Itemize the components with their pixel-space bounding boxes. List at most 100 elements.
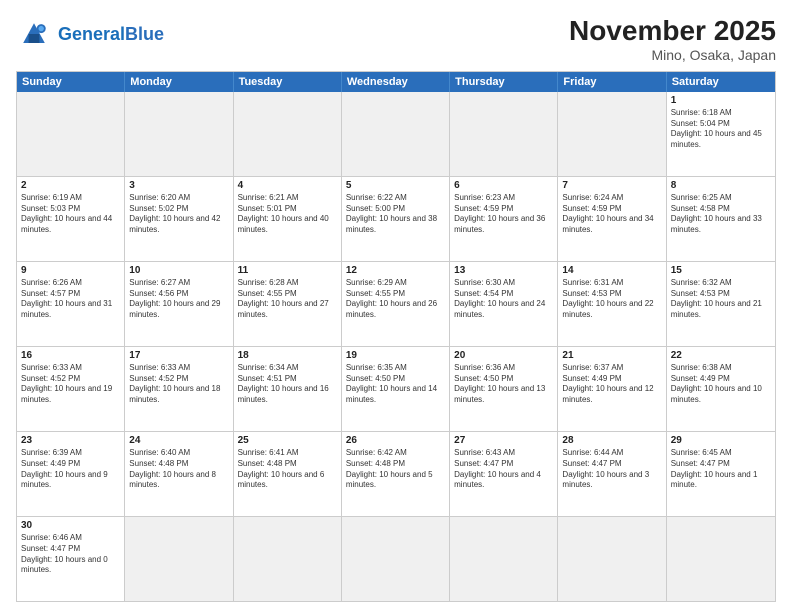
cell-sun-info: Sunrise: 6:24 AM Sunset: 4:59 PM Dayligh…	[562, 193, 661, 236]
cell-sun-info: Sunrise: 6:38 AM Sunset: 4:49 PM Dayligh…	[671, 363, 771, 406]
cal-cell-2-3: 12Sunrise: 6:29 AM Sunset: 4:55 PM Dayli…	[342, 262, 450, 346]
day-number: 16	[21, 350, 120, 361]
day-number: 2	[21, 180, 120, 191]
cal-cell-0-0	[17, 92, 125, 176]
cell-sun-info: Sunrise: 6:31 AM Sunset: 4:53 PM Dayligh…	[562, 278, 661, 321]
cell-sun-info: Sunrise: 6:28 AM Sunset: 4:55 PM Dayligh…	[238, 278, 337, 321]
cal-cell-2-1: 10 Sunrise: 6:27 AM Sunset: 4:56 PM Dayli…	[125, 262, 233, 346]
calendar-body: 1 Sunrise: 6:18 AM Sunset: 5:04 PM Daylig…	[17, 92, 775, 601]
cell-sun-info: Sunrise: 6:39 AM Sunset: 4:49 PM Dayligh…	[21, 448, 120, 491]
cell-sun-info: Sunrise: 6:41 AM Sunset: 4:48 PM Dayligh…	[238, 448, 337, 491]
cal-cell-4-3: 26Sunrise: 6:42 AM Sunset: 4:48 PM Dayli…	[342, 432, 450, 516]
day-number: 20	[454, 350, 553, 361]
day-number: 21	[562, 350, 661, 361]
header-tuesday: Tuesday	[234, 72, 342, 92]
header-wednesday: Wednesday	[342, 72, 450, 92]
cal-cell-5-6	[667, 517, 775, 601]
day-number: 13	[454, 265, 553, 276]
header-friday: Friday	[558, 72, 666, 92]
day-number: 18	[238, 350, 337, 361]
cal-cell-5-0: 30Sunrise: 6:46 AM Sunset: 4:47 PM Dayli…	[17, 517, 125, 601]
cell-sun-info: Sunrise: 6:35 AM Sunset: 4:50 PM Dayligh…	[346, 363, 445, 406]
cal-cell-3-4: 20 Sunrise: 6:36 AM Sunset: 4:50 PM Dayli…	[450, 347, 558, 431]
day-number: 23	[21, 435, 120, 446]
logo-area: GeneralBlue	[16, 16, 164, 52]
cell-sun-info: Sunrise: 6:26 AM Sunset: 4:57 PM Dayligh…	[21, 278, 120, 321]
day-number: 10	[129, 265, 228, 276]
day-number: 15	[671, 265, 771, 276]
cell-sun-info: Sunrise: 6:36 AM Sunset: 4:50 PM Dayligh…	[454, 363, 553, 406]
cell-sun-info: Sunrise: 6:43 AM Sunset: 4:47 PM Dayligh…	[454, 448, 553, 491]
calendar-header: Sunday Monday Tuesday Wednesday Thursday…	[17, 72, 775, 92]
cal-cell-1-5: 7 Sunrise: 6:24 AM Sunset: 4:59 PM Daylig…	[558, 177, 666, 261]
cal-cell-0-2	[234, 92, 342, 176]
day-number: 17	[129, 350, 228, 361]
cal-row-2: 9 Sunrise: 6:26 AM Sunset: 4:57 PM Daylig…	[17, 261, 775, 346]
cal-cell-5-3	[342, 517, 450, 601]
logo-text: GeneralBlue	[58, 25, 164, 43]
header-thursday: Thursday	[450, 72, 558, 92]
cal-cell-5-5	[558, 517, 666, 601]
cal-cell-3-6: 22 Sunrise: 6:38 AM Sunset: 4:49 PM Dayli…	[667, 347, 775, 431]
day-number: 11	[238, 265, 337, 276]
cal-cell-4-1: 24Sunrise: 6:40 AM Sunset: 4:48 PM Dayli…	[125, 432, 233, 516]
day-number: 4	[238, 180, 337, 191]
day-number: 27	[454, 435, 553, 446]
day-number: 30	[21, 520, 120, 531]
cal-row-0: 1 Sunrise: 6:18 AM Sunset: 5:04 PM Daylig…	[17, 92, 775, 176]
cal-cell-0-4	[450, 92, 558, 176]
cal-cell-4-0: 23 Sunrise: 6:39 AM Sunset: 4:49 PM Dayli…	[17, 432, 125, 516]
cell-sun-info: Sunrise: 6:33 AM Sunset: 4:52 PM Dayligh…	[21, 363, 120, 406]
cal-cell-1-1: 3Sunrise: 6:20 AM Sunset: 5:02 PM Daylig…	[125, 177, 233, 261]
cell-sun-info: Sunrise: 6:45 AM Sunset: 4:47 PM Dayligh…	[671, 448, 771, 491]
cell-sun-info: Sunrise: 6:23 AM Sunset: 4:59 PM Dayligh…	[454, 193, 553, 236]
cal-cell-5-2	[234, 517, 342, 601]
day-number: 6	[454, 180, 553, 191]
cal-cell-2-4: 13Sunrise: 6:30 AM Sunset: 4:54 PM Dayli…	[450, 262, 558, 346]
cal-cell-4-5: 28 Sunrise: 6:44 AM Sunset: 4:47 PM Dayli…	[558, 432, 666, 516]
day-number: 29	[671, 435, 771, 446]
cell-sun-info: Sunrise: 6:18 AM Sunset: 5:04 PM Dayligh…	[671, 108, 771, 151]
cal-cell-1-3: 5 Sunrise: 6:22 AM Sunset: 5:00 PM Daylig…	[342, 177, 450, 261]
cal-cell-3-5: 21 Sunrise: 6:37 AM Sunset: 4:49 PM Dayli…	[558, 347, 666, 431]
day-number: 14	[562, 265, 661, 276]
cell-sun-info: Sunrise: 6:42 AM Sunset: 4:48 PM Dayligh…	[346, 448, 445, 491]
cell-sun-info: Sunrise: 6:29 AM Sunset: 4:55 PM Dayligh…	[346, 278, 445, 321]
day-number: 8	[671, 180, 771, 191]
cal-cell-4-6: 29 Sunrise: 6:45 AM Sunset: 4:47 PM Dayli…	[667, 432, 775, 516]
day-number: 1	[671, 95, 771, 106]
cal-cell-0-1	[125, 92, 233, 176]
month-title: November 2025	[569, 16, 776, 47]
day-number: 19	[346, 350, 445, 361]
location-title: Mino, Osaka, Japan	[569, 47, 776, 63]
cal-cell-1-2: 4 Sunrise: 6:21 AM Sunset: 5:01 PM Daylig…	[234, 177, 342, 261]
day-number: 9	[21, 265, 120, 276]
cell-sun-info: Sunrise: 6:40 AM Sunset: 4:48 PM Dayligh…	[129, 448, 228, 491]
page: GeneralBlue November 2025 Mino, Osaka, J…	[0, 0, 792, 612]
cal-cell-1-6: 8 Sunrise: 6:25 AM Sunset: 4:58 PM Daylig…	[667, 177, 775, 261]
cell-sun-info: Sunrise: 6:44 AM Sunset: 4:47 PM Dayligh…	[562, 448, 661, 491]
header-saturday: Saturday	[667, 72, 775, 92]
cal-row-1: 2Sunrise: 6:19 AM Sunset: 5:03 PM Daylig…	[17, 176, 775, 261]
cal-cell-0-5	[558, 92, 666, 176]
cal-cell-3-3: 19 Sunrise: 6:35 AM Sunset: 4:50 PM Dayli…	[342, 347, 450, 431]
cell-sun-info: Sunrise: 6:32 AM Sunset: 4:53 PM Dayligh…	[671, 278, 771, 321]
logo-icon	[16, 16, 52, 52]
day-number: 5	[346, 180, 445, 191]
cell-sun-info: Sunrise: 6:25 AM Sunset: 4:58 PM Dayligh…	[671, 193, 771, 236]
cal-cell-5-1	[125, 517, 233, 601]
cell-sun-info: Sunrise: 6:22 AM Sunset: 5:00 PM Dayligh…	[346, 193, 445, 236]
day-number: 28	[562, 435, 661, 446]
cell-sun-info: Sunrise: 6:37 AM Sunset: 4:49 PM Dayligh…	[562, 363, 661, 406]
cell-sun-info: Sunrise: 6:33 AM Sunset: 4:52 PM Dayligh…	[129, 363, 228, 406]
title-area: November 2025 Mino, Osaka, Japan	[569, 16, 776, 63]
cell-sun-info: Sunrise: 6:21 AM Sunset: 5:01 PM Dayligh…	[238, 193, 337, 236]
cal-row-3: 16 Sunrise: 6:33 AM Sunset: 4:52 PM Dayli…	[17, 346, 775, 431]
cal-cell-0-3	[342, 92, 450, 176]
cal-cell-2-6: 15 Sunrise: 6:32 AM Sunset: 4:53 PM Dayli…	[667, 262, 775, 346]
day-number: 25	[238, 435, 337, 446]
cell-sun-info: Sunrise: 6:27 AM Sunset: 4:56 PM Dayligh…	[129, 278, 228, 321]
cal-cell-2-2: 11 Sunrise: 6:28 AM Sunset: 4:55 PM Dayli…	[234, 262, 342, 346]
day-number: 22	[671, 350, 771, 361]
day-number: 7	[562, 180, 661, 191]
